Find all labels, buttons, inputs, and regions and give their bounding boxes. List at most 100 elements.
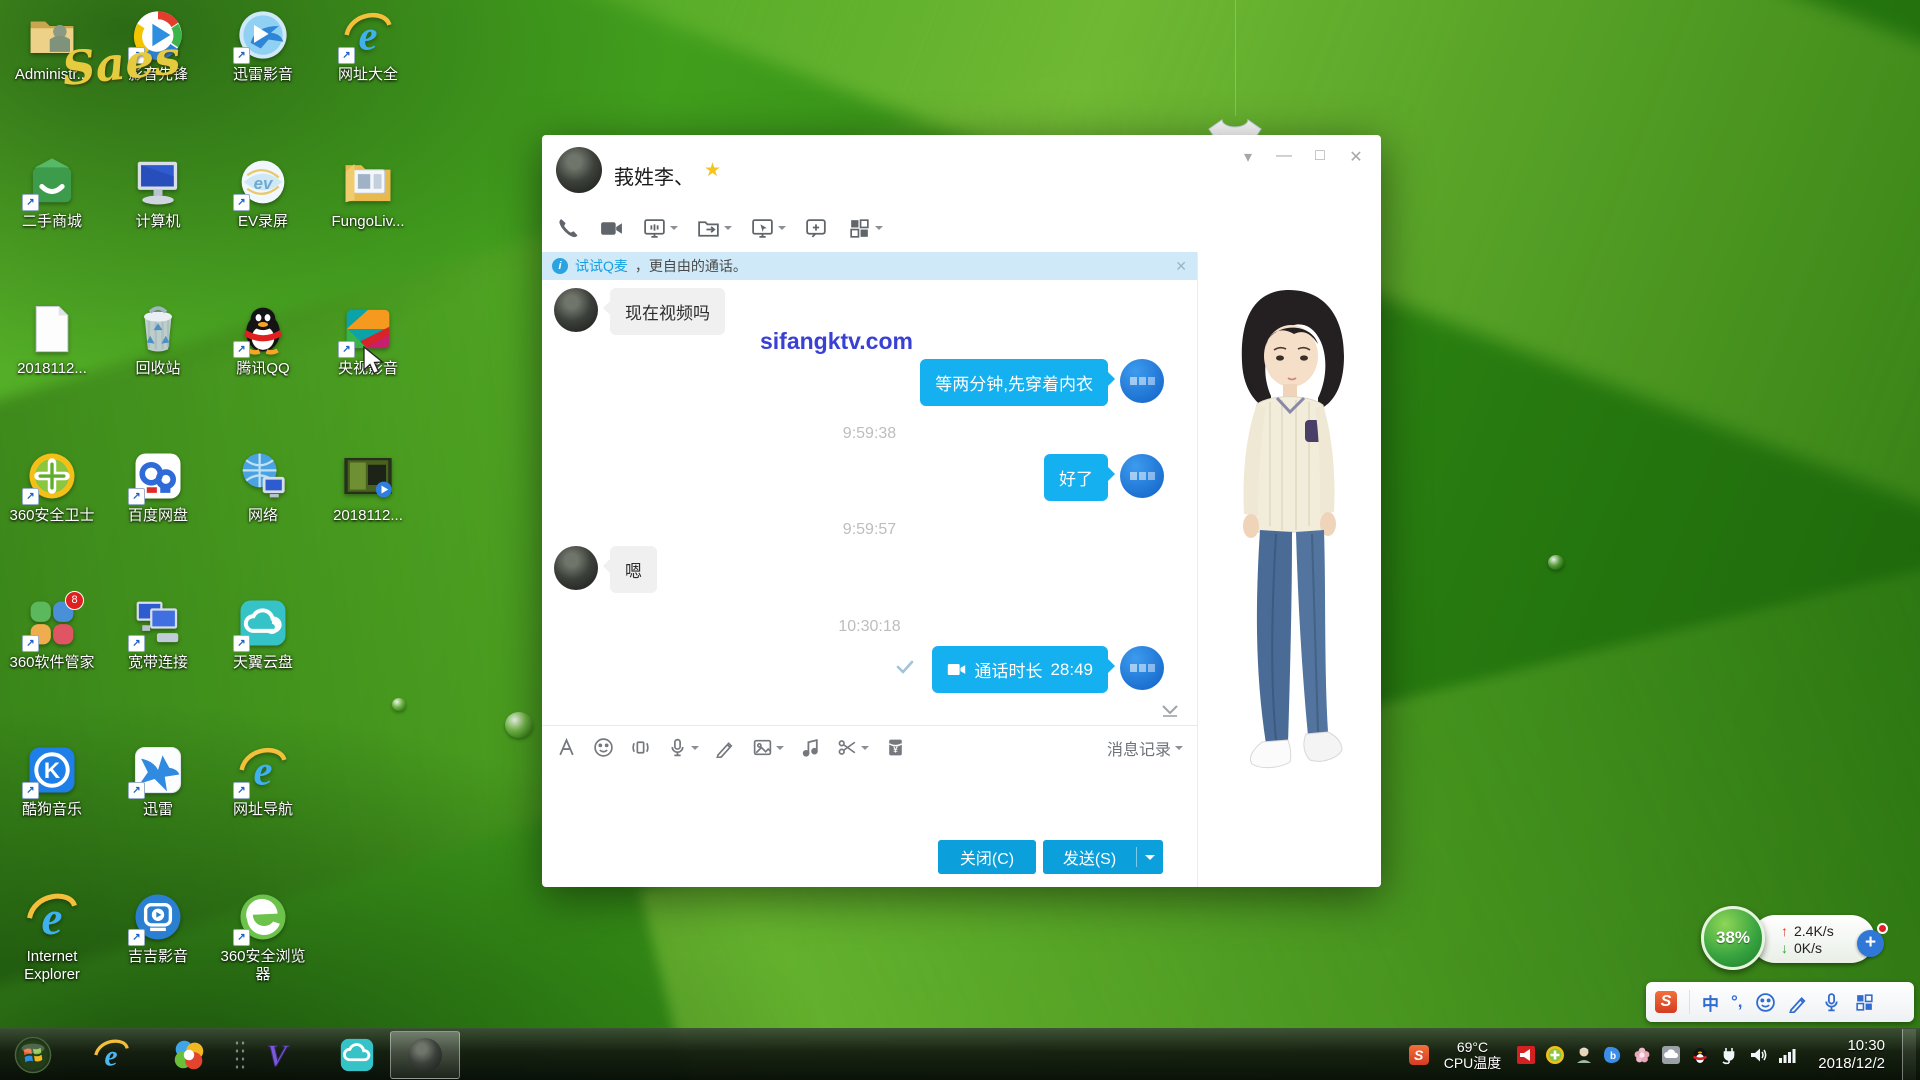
- close-chat-button[interactable]: 关闭(C): [938, 840, 1036, 874]
- apps-grid-icon[interactable]: [843, 214, 887, 243]
- desktop-icon-xunlei-yingyin[interactable]: ↗ 迅雷影音: [211, 8, 315, 84]
- desktop-icon-recycle-bin[interactable]: 回收站: [106, 302, 210, 378]
- tray-flower-icon[interactable]: [1632, 1045, 1652, 1065]
- scroll-to-bottom-icon[interactable]: [1161, 704, 1179, 723]
- tray-qq-icon[interactable]: [1690, 1045, 1710, 1065]
- send-button[interactable]: 发送(S): [1043, 840, 1163, 874]
- shortcut-arrow-icon: ↗: [233, 341, 250, 358]
- window-menu-caret-icon[interactable]: ▾: [1237, 147, 1259, 167]
- tray-cloud-icon[interactable]: [1661, 1045, 1681, 1065]
- taskbar-cloud-drive-button[interactable]: [330, 1032, 384, 1078]
- desktop-icon-wangzhidaohang[interactable]: e ↗ 网址导航: [211, 743, 315, 819]
- handwriting-input-icon[interactable]: [1788, 992, 1809, 1013]
- tray-pplive-icon[interactable]: b: [1603, 1045, 1623, 1065]
- music-icon[interactable]: [800, 737, 821, 758]
- memory-usage-orb[interactable]: 38%: [1701, 906, 1765, 970]
- dropdown-caret-icon[interactable]: [776, 746, 784, 754]
- outgoing-call-message: 通话时长 28:49: [894, 646, 1164, 693]
- contact-name[interactable]: 莪姓李、: [614, 161, 694, 190]
- notification-close-icon[interactable]: ✕: [1175, 258, 1187, 275]
- cpu-temperature[interactable]: 69°C CPU温度: [1444, 1039, 1502, 1071]
- tray-network-signal-icon[interactable]: [1777, 1045, 1797, 1065]
- taskbar-vagaa-button[interactable]: V: [250, 1032, 304, 1078]
- desktop-icon-document[interactable]: 2018112...: [0, 302, 104, 378]
- dropdown-caret-icon[interactable]: [670, 226, 678, 234]
- desktop-icon-360-browser[interactable]: ↗ 360安全浏览器: [211, 890, 315, 984]
- desktop-icon-administrator[interactable]: Administr...: [0, 8, 104, 84]
- red-packet-icon[interactable]: ¥: [885, 737, 906, 758]
- dropdown-caret-icon[interactable]: [724, 226, 732, 234]
- contact-avatar[interactable]: [554, 546, 598, 590]
- contact-avatar[interactable]: [556, 147, 602, 193]
- desktop-icon-wangzhidaquan[interactable]: e ↗ 网址大全: [316, 8, 420, 84]
- voice-input-icon[interactable]: [1821, 992, 1842, 1013]
- desktop-icon-xunlei[interactable]: ↗ 迅雷: [106, 743, 210, 819]
- input-mode-chinese[interactable]: 中: [1702, 990, 1719, 1015]
- self-avatar[interactable]: [1120, 359, 1164, 403]
- desktop-icon-tianyi-cloud[interactable]: ↗ 天翼云盘: [211, 596, 315, 672]
- desktop-icon-ershoushangcheng[interactable]: ↗ 二手商城: [0, 155, 104, 231]
- video-call-icon[interactable]: [595, 214, 628, 243]
- tray-volume-icon[interactable]: [1748, 1045, 1768, 1065]
- tray-sogou-icon[interactable]: S: [1409, 1045, 1429, 1065]
- send-image-icon[interactable]: [752, 737, 784, 758]
- desktop-icon-internet-explorer[interactable]: e Internet Explorer: [0, 890, 104, 984]
- qmic-link[interactable]: 试试Q麦: [575, 256, 628, 276]
- start-button[interactable]: [6, 1032, 60, 1078]
- desktop-icon-360-safe[interactable]: ↗ 360安全卫士: [0, 449, 104, 525]
- tray-clock[interactable]: 10:30 2018/12/2: [1818, 1037, 1885, 1073]
- self-avatar[interactable]: [1120, 646, 1164, 690]
- send-options-caret-icon[interactable]: [1137, 850, 1163, 865]
- desktop-icon-tencent-qq[interactable]: ↗ 腾讯QQ: [211, 302, 315, 378]
- maximize-button[interactable]: □: [1309, 147, 1331, 167]
- dropdown-caret-icon[interactable]: [778, 226, 786, 234]
- contact-avatar[interactable]: [554, 288, 598, 332]
- minimize-button[interactable]: —: [1273, 147, 1295, 167]
- desktop-icon-jiji-yingyin[interactable]: ↗ 吉吉影音: [106, 890, 210, 966]
- toolbox-grid-icon[interactable]: [1854, 992, 1875, 1013]
- dropdown-caret-icon[interactable]: [691, 746, 699, 754]
- send-file-icon[interactable]: [692, 214, 736, 243]
- font-style-icon[interactable]: [556, 737, 577, 758]
- punctuation-mode[interactable]: °,: [1731, 992, 1743, 1012]
- sogou-logo-icon[interactable]: S: [1655, 991, 1677, 1013]
- desktop-icon-baidu-netdisk[interactable]: ↗ 百度网盘: [106, 449, 210, 525]
- taskbar-qq-chat-button-active[interactable]: [390, 1031, 460, 1079]
- tray-360-icon[interactable]: [1545, 1045, 1565, 1065]
- screenshot-scissors-icon[interactable]: [837, 737, 869, 758]
- screen-share-icon[interactable]: [638, 214, 682, 243]
- emoji-icon[interactable]: [593, 737, 614, 758]
- voice-call-icon[interactable]: [552, 214, 585, 243]
- desktop-icon-network[interactable]: 网络: [211, 449, 315, 525]
- desktop-icon-yingyinxianfeng[interactable]: ↗ 影音先锋: [106, 8, 210, 84]
- accelerate-plus-button[interactable]: +: [1857, 930, 1884, 957]
- taskbar-ie-button[interactable]: e: [84, 1032, 138, 1078]
- close-button[interactable]: ✕: [1345, 147, 1367, 167]
- desktop-icon-computer[interactable]: 计算机: [106, 155, 210, 231]
- dropdown-caret-icon[interactable]: [861, 746, 869, 754]
- desktop-icon-kugou[interactable]: K ↗ 酷狗音乐: [0, 743, 104, 819]
- desktop-icon-video-file[interactable]: 2018112...: [316, 449, 420, 525]
- voice-message-icon[interactable]: [667, 737, 699, 758]
- tray-power-plug-icon[interactable]: [1719, 1045, 1739, 1065]
- tray-contact-person-icon[interactable]: [1574, 1045, 1594, 1065]
- window-shake-icon[interactable]: [630, 737, 651, 758]
- desktop-icon-broadband[interactable]: ↗ 宽带连接: [106, 596, 210, 672]
- self-avatar[interactable]: [1120, 454, 1164, 498]
- 360-speed-ball[interactable]: ↑ 2.4K/s ↓ 0K/s + 38%: [1701, 906, 1901, 978]
- desktop-icon-fungolive[interactable]: FungoLiv...: [316, 155, 420, 231]
- taskbar-sogou-browser-button[interactable]: [162, 1032, 216, 1078]
- create-group-icon[interactable]: [800, 214, 833, 243]
- message-history-button[interactable]: 消息记录: [1107, 736, 1183, 760]
- emoji-picker-icon[interactable]: [1755, 992, 1776, 1013]
- handwriting-icon[interactable]: [715, 737, 736, 758]
- desktop-icon-ev-luping[interactable]: ev ↗ EV录屏: [211, 155, 315, 231]
- show-desktop-button[interactable]: [1902, 1029, 1916, 1080]
- qq-show-panel[interactable]: [1197, 252, 1381, 887]
- dropdown-caret-icon[interactable]: [875, 226, 883, 234]
- remote-desktop-icon[interactable]: [746, 214, 790, 243]
- video-thumbnail-icon: [341, 449, 395, 503]
- message-input-area[interactable]: [542, 769, 1197, 840]
- desktop-icon-360-software-manager[interactable]: ↗ 8 360软件管家: [0, 596, 104, 672]
- tray-megaphone-icon[interactable]: [1516, 1045, 1536, 1065]
